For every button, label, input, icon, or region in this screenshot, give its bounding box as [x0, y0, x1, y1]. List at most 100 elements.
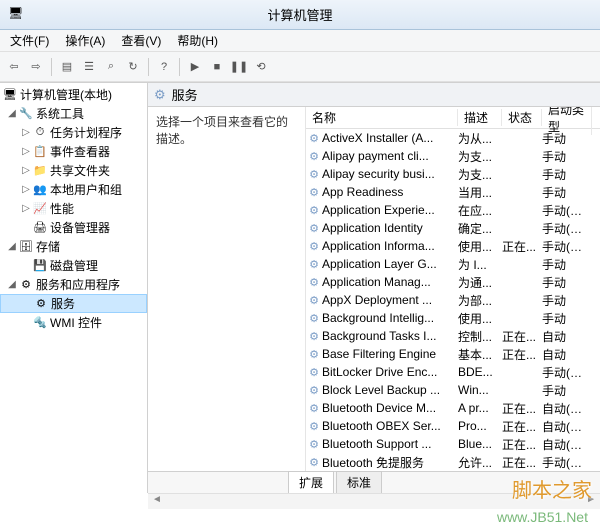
service-desc: 允许...	[458, 454, 502, 471]
collapse-icon[interactable]: ◢	[6, 108, 18, 119]
service-row[interactable]: ⚙BitLocker Drive Enc...BDE...手动(触...	[306, 363, 600, 381]
back-icon[interactable]: ⇦	[4, 57, 24, 77]
service-row[interactable]: ⚙Bluetooth 免提服务允许...正在...手动(触...	[306, 453, 600, 471]
col-name[interactable]: 名称	[306, 109, 458, 126]
service-name: Application Informa...	[322, 239, 458, 253]
detail-pane: 选择一个项目来查看它的描述。	[148, 107, 306, 471]
separator	[51, 58, 52, 76]
gear-icon: ⚙	[306, 456, 322, 469]
service-row[interactable]: ⚙App Readiness当用...手动	[306, 183, 600, 201]
tree-view[interactable]: 🖥计算机管理(本地) ◢🔧系统工具 ▷⏱任务计划程序 ▷📋事件查看器 ▷📁共享文…	[0, 83, 148, 493]
menu-help[interactable]: 帮助(H)	[171, 31, 224, 50]
panel-title: 服务	[172, 85, 198, 104]
services-list[interactable]: 名称 描述 状态 启动类型 ⚙ActiveX Installer (A...为从…	[306, 107, 600, 471]
service-row[interactable]: ⚙Bluetooth Support ...Blue...正在...自动(触..…	[306, 435, 600, 453]
tree-performance[interactable]: ▷📈性能	[0, 199, 147, 218]
service-row[interactable]: ⚙Application Layer G...为 I...手动	[306, 255, 600, 273]
scroll-left-icon[interactable]: ◄	[152, 494, 162, 509]
tree-disk-mgmt[interactable]: 💾磁盘管理	[0, 256, 147, 275]
forward-icon[interactable]: ⇨	[26, 57, 46, 77]
detail-prompt: 选择一个项目来查看它的描述。	[156, 113, 297, 147]
service-row[interactable]: ⚙Bluetooth Device M...A pr...正在...自动(延..…	[306, 399, 600, 417]
show-hide-icon[interactable]: ▤	[57, 57, 77, 77]
wmi-icon: 🔩	[32, 316, 48, 330]
expand-icon[interactable]: ▷	[20, 203, 32, 214]
service-name: Application Experie...	[322, 203, 458, 217]
help-icon[interactable]: ?	[154, 57, 174, 77]
service-startup: 手动	[542, 292, 590, 309]
collapse-icon[interactable]: ◢	[6, 241, 18, 252]
expand-icon[interactable]: ▷	[20, 165, 32, 176]
gear-icon: ⚙	[306, 420, 322, 433]
restart-icon[interactable]: ⟲	[251, 57, 271, 77]
storage-icon: 🗄	[18, 240, 34, 254]
collapse-icon[interactable]: ◢	[6, 279, 18, 290]
properties-icon[interactable]: ☰	[79, 57, 99, 77]
service-startup: 手动	[542, 184, 590, 201]
service-row[interactable]: ⚙Application Manag...为通...手动	[306, 273, 600, 291]
expand-icon[interactable]: ▷	[20, 146, 32, 157]
service-name: Bluetooth Device M...	[322, 401, 458, 415]
service-startup: 手动	[542, 274, 590, 291]
horizontal-scrollbar[interactable]: ◄►	[148, 493, 600, 509]
menu-file[interactable]: 文件(F)	[4, 31, 55, 50]
tree-systools[interactable]: ◢🔧系统工具	[0, 104, 147, 123]
service-row[interactable]: ⚙Background Tasks I...控制...正在...自动	[306, 327, 600, 345]
gear-icon: ⚙	[306, 348, 322, 361]
service-row[interactable]: ⚙Block Level Backup ...Win...手动	[306, 381, 600, 399]
service-desc: 确定...	[458, 220, 502, 237]
tree-device-manager[interactable]: 🖨设备管理器	[0, 218, 147, 237]
tree-wmi[interactable]: 🔩WMI 控件	[0, 313, 147, 332]
scroll-right-icon[interactable]: ►	[586, 494, 596, 509]
service-row[interactable]: ⚙Application Identity确定...手动(触...	[306, 219, 600, 237]
service-name: BitLocker Drive Enc...	[322, 365, 458, 379]
tree-local-users[interactable]: ▷👥本地用户和组	[0, 180, 147, 199]
service-row[interactable]: ⚙Base Filtering Engine基本...正在...自动	[306, 345, 600, 363]
expand-icon[interactable]: ▷	[20, 184, 32, 195]
tree-services[interactable]: ⚙服务	[0, 294, 147, 313]
service-startup: 自动	[542, 346, 590, 363]
service-desc: Blue...	[458, 437, 502, 451]
col-startup[interactable]: 启动类型	[542, 107, 592, 135]
col-status[interactable]: 状态	[502, 109, 542, 126]
refresh-icon[interactable]: ↻	[123, 57, 143, 77]
export-icon[interactable]: ⌕	[101, 57, 121, 77]
service-row[interactable]: ⚙Application Informa...使用...正在...手动(触...	[306, 237, 600, 255]
list-header[interactable]: 名称 描述 状态 启动类型	[306, 107, 600, 129]
service-row[interactable]: ⚙Application Experie...在应...手动(触...	[306, 201, 600, 219]
menu-view[interactable]: 查看(V)	[115, 31, 167, 50]
service-startup: 自动(延...	[542, 400, 590, 417]
tree-storage[interactable]: ◢🗄存储	[0, 237, 147, 256]
tab-extended[interactable]: 扩展	[288, 471, 334, 493]
service-row[interactable]: ⚙Bluetooth OBEX Ser...Pro...正在...自动(延...	[306, 417, 600, 435]
tree-task-scheduler[interactable]: ▷⏱任务计划程序	[0, 123, 147, 142]
service-startup: 手动(触...	[542, 202, 590, 219]
service-name: Alipay security busi...	[322, 167, 458, 181]
tree-root[interactable]: 🖥计算机管理(本地)	[0, 85, 147, 104]
service-row[interactable]: ⚙Alipay payment cli...为支...手动	[306, 147, 600, 165]
tree-event-viewer[interactable]: ▷📋事件查看器	[0, 142, 147, 161]
menu-action[interactable]: 操作(A)	[59, 31, 111, 50]
service-name: Bluetooth OBEX Ser...	[322, 419, 458, 433]
service-row[interactable]: ⚙Alipay security busi...为支...手动	[306, 165, 600, 183]
gear-icon: ⚙	[306, 240, 322, 253]
stop-icon[interactable]: ■	[207, 57, 227, 77]
play-icon[interactable]: ▶	[185, 57, 205, 77]
service-desc: 当用...	[458, 184, 502, 201]
folder-icon: 📁	[32, 164, 48, 178]
service-startup: 自动(延...	[542, 418, 590, 435]
content-area: 🖥计算机管理(本地) ◢🔧系统工具 ▷⏱任务计划程序 ▷📋事件查看器 ▷📁共享文…	[0, 82, 600, 493]
tree-svc-apps[interactable]: ◢⚙服务和应用程序	[0, 275, 147, 294]
toolbar: ⇦ ⇨ ▤ ☰ ⌕ ↻ ? ▶ ■ ❚❚ ⟲	[0, 52, 600, 82]
service-row[interactable]: ⚙Background Intellig...使用...手动	[306, 309, 600, 327]
expand-icon[interactable]: ▷	[20, 127, 32, 138]
col-desc[interactable]: 描述	[458, 109, 502, 126]
service-desc: 为支...	[458, 148, 502, 165]
tools-icon: 🔧	[18, 107, 34, 121]
pause-icon[interactable]: ❚❚	[229, 57, 249, 77]
tab-standard[interactable]: 标准	[336, 471, 382, 493]
service-row[interactable]: ⚙AppX Deployment ...为部...手动	[306, 291, 600, 309]
gear-icon: ⚙	[306, 402, 322, 415]
tree-shared-folders[interactable]: ▷📁共享文件夹	[0, 161, 147, 180]
service-name: Bluetooth Support ...	[322, 437, 458, 451]
